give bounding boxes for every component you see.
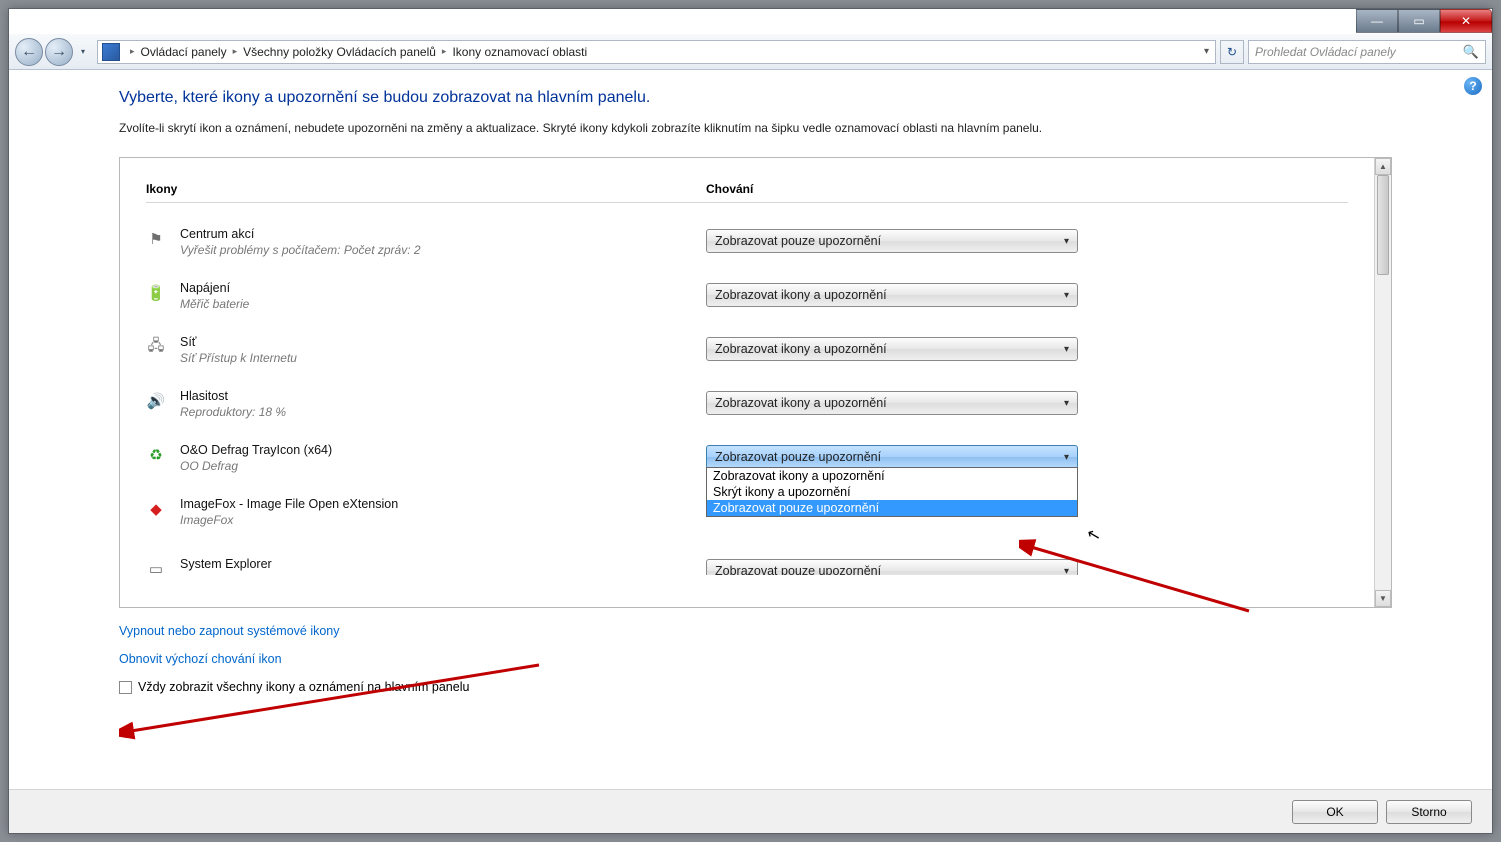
select-value: Zobrazovat ikony a upozornění <box>715 396 887 410</box>
cancel-button[interactable]: Storno <box>1386 800 1472 824</box>
row-title: Napájení <box>180 281 690 295</box>
breadcrumb[interactable]: ▸ Ovládací panely ▸ Všechny položky Ovlá… <box>97 40 1216 64</box>
row-title: ImageFox - Image File Open eXtension <box>180 497 690 511</box>
behavior-select[interactable]: Zobrazovat ikony a upozornění <box>706 337 1078 361</box>
chevron-icon: ▸ <box>130 46 135 57</box>
search-icon: 🔍 <box>1463 44 1479 60</box>
list-item: ▭ System Explorer Zobrazovat pouze upozorn… <box>146 557 1348 575</box>
app-icon: 🔋 <box>146 283 166 303</box>
minimize-icon: — <box>1371 14 1383 28</box>
forward-button[interactable]: → <box>45 38 73 66</box>
maximize-button[interactable]: ▭ <box>1398 9 1440 33</box>
icons-list-frame: Ikony Chování ⚑ Centrum akcí Vyřešit probl… <box>119 157 1392 608</box>
chevron-down-icon[interactable]: ▾ <box>1204 46 1209 57</box>
select-value: Zobrazovat pouze upozornění <box>715 450 881 464</box>
list-item: 🔋 Napájení Měřič baterie Zobrazovat ikony a… <box>146 281 1348 311</box>
dropdown-list: Zobrazovat ikony a upozorněníSkrýt ikony… <box>706 467 1078 517</box>
back-button[interactable]: ← <box>15 38 43 66</box>
app-icon: ♻ <box>146 445 166 465</box>
close-button[interactable]: ✕ <box>1440 9 1492 33</box>
app-icon: 🔊 <box>146 391 166 411</box>
app-icon: ◆ <box>146 499 166 519</box>
dialog-footer: OK Storno <box>9 789 1492 833</box>
back-icon: ← <box>21 43 37 61</box>
page-subtext: Zvolíte-li skrytí ikon a oznámení, nebud… <box>119 121 1392 135</box>
scroll-up-button[interactable]: ▲ <box>1375 158 1391 175</box>
row-title: Centrum akcí <box>180 227 690 241</box>
scroll-thumb[interactable] <box>1377 175 1389 275</box>
ok-button[interactable]: OK <box>1292 800 1378 824</box>
chevron-icon: ▸ <box>233 46 238 57</box>
system-icons-link[interactable]: Vypnout nebo zapnout systémové ikony <box>119 624 1392 638</box>
chevron-icon: ▸ <box>442 46 447 57</box>
scrollbar[interactable]: ▲ ▼ <box>1374 158 1391 607</box>
control-panel-window: — ▭ ✕ ← → ▾ ▸ Ovládací panely ▸ Všechny … <box>8 8 1493 834</box>
row-title: O&O Defrag TrayIcon (x64) <box>180 443 690 457</box>
row-title: Hlasitost <box>180 389 690 403</box>
row-subtitle: OO Defrag <box>180 459 690 473</box>
app-icon: 🖧 <box>146 337 166 357</box>
breadcrumb-segment[interactable]: Všechny položky Ovládacích panelů <box>243 45 436 59</box>
list-item: ⚑ Centrum akcí Vyřešit problémy s počítače… <box>146 227 1348 257</box>
behavior-select[interactable]: Zobrazovat ikony a upozornění <box>706 283 1078 307</box>
app-icon: ▭ <box>146 559 166 575</box>
select-value: Zobrazovat ikony a upozornění <box>715 342 887 356</box>
nav-toolbar: ← → ▾ ▸ Ovládací panely ▸ Všechny položk… <box>9 34 1492 70</box>
dropdown-option[interactable]: Zobrazovat pouze upozornění <box>707 500 1077 516</box>
list-item: ♻ O&O Defrag TrayIcon (x64) OO Defrag Zobra… <box>146 443 1348 473</box>
search-input[interactable]: Prohledat Ovládací panely 🔍 <box>1248 40 1486 64</box>
select-value: Zobrazovat pouze upozornění <box>715 234 881 248</box>
always-show-label: Vždy zobrazit všechny ikony a oznámení n… <box>138 680 469 694</box>
dropdown-option[interactable]: Zobrazovat ikony a upozornění <box>707 468 1077 484</box>
row-subtitle: Vyřešit problémy s počítačem: Počet zprá… <box>180 243 690 257</box>
page-heading: Vyberte, které ikony a upozornění se bud… <box>119 89 1392 107</box>
close-icon: ✕ <box>1461 14 1471 28</box>
behavior-select[interactable]: Zobrazovat ikony a upozornění <box>706 391 1078 415</box>
content-pane: ? Vyberte, které ikony a upozornění se b… <box>9 71 1492 777</box>
minimize-button[interactable]: — <box>1356 9 1398 33</box>
column-header-icons: Ikony <box>146 182 706 196</box>
maximize-icon: ▭ <box>1413 14 1424 28</box>
row-subtitle: Reproduktory: 18 % <box>180 405 690 419</box>
refresh-button[interactable]: ↻ <box>1220 40 1244 64</box>
select-value: Zobrazovat pouze upozornění <box>715 564 881 575</box>
column-header-behavior: Chování <box>706 182 1348 196</box>
app-icon: ⚑ <box>146 229 166 249</box>
row-subtitle: Síť Přístup k Internetu <box>180 351 690 365</box>
row-subtitle: ImageFox <box>180 513 690 527</box>
breadcrumb-segment[interactable]: Ikony oznamovací oblasti <box>452 45 587 59</box>
row-title: Síť <box>180 335 690 349</box>
control-panel-icon <box>102 43 120 61</box>
always-show-checkbox[interactable] <box>119 681 132 694</box>
history-button[interactable]: ▾ <box>75 43 91 61</box>
restore-defaults-link[interactable]: Obnovit výchozí chování ikon <box>119 652 1392 666</box>
window-buttons: — ▭ ✕ <box>1356 9 1492 33</box>
list-item: 🔊 Hlasitost Reproduktory: 18 % Zobrazovat i… <box>146 389 1348 419</box>
forward-icon: → <box>51 43 67 61</box>
list-item: 🖧 Síť Síť Přístup k Internetu Zobrazovat ik… <box>146 335 1348 365</box>
behavior-select[interactable]: Zobrazovat pouze upozornění <box>706 229 1078 253</box>
behavior-select[interactable]: Zobrazovat pouze upozornění <box>706 559 1078 575</box>
dropdown-option[interactable]: Skrýt ikony a upozornění <box>707 484 1077 500</box>
behavior-select[interactable]: Zobrazovat pouze upozornění <box>706 445 1078 469</box>
select-value: Zobrazovat ikony a upozornění <box>715 288 887 302</box>
refresh-icon: ↻ <box>1227 45 1237 59</box>
scroll-down-button[interactable]: ▼ <box>1375 590 1391 607</box>
row-title: System Explorer <box>180 557 690 571</box>
row-subtitle: Měřič baterie <box>180 297 690 311</box>
breadcrumb-segment[interactable]: Ovládací panely <box>141 45 227 59</box>
search-placeholder: Prohledat Ovládací panely <box>1255 45 1396 59</box>
